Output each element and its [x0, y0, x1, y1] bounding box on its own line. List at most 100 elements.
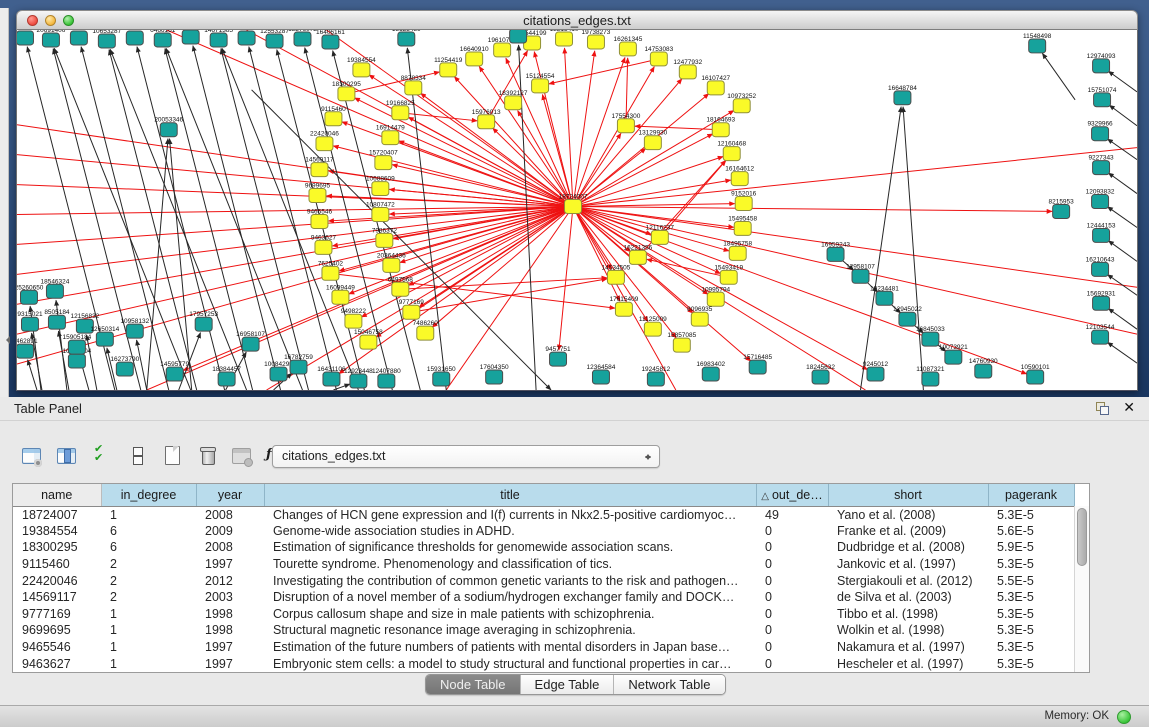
cell[interactable]: 1997: [196, 639, 264, 656]
cell[interactable]: 0: [756, 523, 828, 540]
graph-node[interactable]: [587, 35, 604, 49]
cell[interactable]: 0: [756, 639, 828, 656]
graph-node[interactable]: [679, 65, 696, 79]
delete-table-button[interactable]: [193, 442, 221, 470]
graph-node[interactable]: [126, 324, 143, 338]
graph-node[interactable]: [734, 221, 751, 235]
cell[interactable]: 14569117: [13, 589, 101, 606]
graph-node[interactable]: [376, 233, 393, 247]
graph-node[interactable]: [644, 322, 661, 336]
graph-node[interactable]: [325, 112, 342, 126]
cell[interactable]: 1: [101, 506, 196, 523]
cell[interactable]: 9463627: [13, 655, 101, 672]
graph-node[interactable]: [505, 96, 522, 110]
graph-node[interactable]: [592, 370, 609, 384]
cell[interactable]: 6: [101, 539, 196, 556]
cell[interactable]: 9777169: [13, 606, 101, 623]
graph-node[interactable]: [494, 43, 511, 57]
graph-node[interactable]: [316, 137, 333, 151]
cell[interactable]: 2: [101, 589, 196, 606]
tab-network-table[interactable]: Network Table: [614, 675, 724, 694]
graph-node[interactable]: [466, 52, 483, 66]
graph-node[interactable]: [311, 214, 328, 228]
graph-node[interactable]: [311, 163, 328, 177]
graph-node[interactable]: [1029, 39, 1046, 53]
graph-node[interactable]: [1092, 330, 1109, 344]
cell[interactable]: 2008: [196, 506, 264, 523]
graph-node[interactable]: [360, 335, 377, 349]
cell[interactable]: Changes of HCN gene expression and I(f) …: [264, 506, 756, 523]
graph-node[interactable]: [218, 372, 235, 386]
graph-node[interactable]: [876, 291, 893, 305]
cell[interactable]: Embryonic stem cells: a model to study s…: [264, 655, 756, 672]
zoom-window-icon[interactable]: [63, 15, 74, 26]
graph-node[interactable]: [166, 367, 183, 381]
float-panel-icon[interactable]: [1096, 402, 1109, 415]
graph-node[interactable]: [1027, 370, 1044, 384]
graph-node[interactable]: [478, 115, 495, 129]
cell[interactable]: 5.9E-5: [988, 539, 1074, 556]
graph-node[interactable]: [17, 344, 33, 358]
cell[interactable]: 0: [756, 539, 828, 556]
table-row[interactable]: 911546021997Tourette syndrome. Phenomeno…: [13, 556, 1074, 573]
cell[interactable]: 2003: [196, 589, 264, 606]
graph-node[interactable]: [210, 33, 227, 47]
cell[interactable]: 1: [101, 639, 196, 656]
close-window-icon[interactable]: [27, 15, 38, 26]
graph-node[interactable]: [556, 32, 573, 46]
graph-node[interactable]: [392, 282, 409, 296]
graph-node[interactable]: [68, 340, 85, 354]
graph-node[interactable]: [894, 91, 911, 105]
cell[interactable]: 9115460: [13, 556, 101, 573]
graph-node[interactable]: [42, 33, 59, 47]
graph-node[interactable]: [691, 312, 708, 326]
graph-node[interactable]: [651, 230, 668, 244]
cell[interactable]: Franke et al. (2009): [828, 523, 988, 540]
graph-node[interactable]: [116, 362, 133, 376]
cell[interactable]: 5.5E-5: [988, 572, 1074, 589]
table-row[interactable]: 977716911998Corpus callosum shape and si…: [13, 606, 1074, 623]
graph-node[interactable]: [48, 315, 65, 329]
cell[interactable]: 5.3E-5: [988, 589, 1074, 606]
graph-node[interactable]: [615, 302, 632, 316]
cell[interactable]: Structural magnetic resonance image aver…: [264, 622, 756, 639]
collapse-handle-icon[interactable]: [2, 336, 10, 344]
cell[interactable]: 5.6E-5: [988, 523, 1074, 540]
cell[interactable]: 0: [756, 622, 828, 639]
table-selector[interactable]: citations_edges.txt: [272, 445, 660, 468]
cell[interactable]: Dudbridge et al. (2008): [828, 539, 988, 556]
tab-node-table[interactable]: Node Table: [426, 675, 521, 694]
graph-node[interactable]: [182, 30, 199, 44]
graph-node[interactable]: [242, 337, 259, 351]
graph-node[interactable]: [945, 350, 962, 364]
graph-node[interactable]: [644, 136, 661, 150]
graph-node[interactable]: [1093, 161, 1110, 175]
graph-node[interactable]: [749, 360, 766, 374]
cell[interactable]: Estimation of the future numbers of pati…: [264, 639, 756, 656]
graph-node[interactable]: [1093, 59, 1110, 73]
graph-node[interactable]: [98, 34, 115, 48]
cell[interactable]: 5.3E-5: [988, 655, 1074, 672]
cell[interactable]: 2008: [196, 539, 264, 556]
graph-node[interactable]: [417, 326, 434, 340]
cell[interactable]: 1998: [196, 606, 264, 623]
table-row[interactable]: 2242004622012Investigating the contribut…: [13, 572, 1074, 589]
graph-node[interactable]: [650, 52, 667, 66]
graph-node[interactable]: [607, 270, 624, 284]
graph-node[interactable]: [270, 367, 287, 381]
graph-node[interactable]: [21, 317, 38, 331]
graph-node[interactable]: [827, 247, 844, 261]
network-window-titlebar[interactable]: citations_edges.txt: [16, 10, 1138, 30]
graph-node[interactable]: [350, 374, 367, 388]
graph-node[interactable]: [733, 99, 750, 113]
graph-node[interactable]: [392, 106, 409, 120]
graph-node[interactable]: [315, 240, 332, 254]
table-row[interactable]: 1456911722003Disruption of a novel membe…: [13, 589, 1074, 606]
cell[interactable]: Corpus callosum shape and size in male p…: [264, 606, 756, 623]
graph-node[interactable]: [1053, 205, 1070, 219]
scrollbar-thumb[interactable]: [1077, 508, 1087, 566]
table-row[interactable]: 1872400712008Changes of HCN gene express…: [13, 506, 1074, 523]
column-header-name[interactable]: name: [13, 484, 101, 506]
column-header-title[interactable]: title: [264, 484, 756, 506]
graph-node[interactable]: [532, 79, 549, 93]
